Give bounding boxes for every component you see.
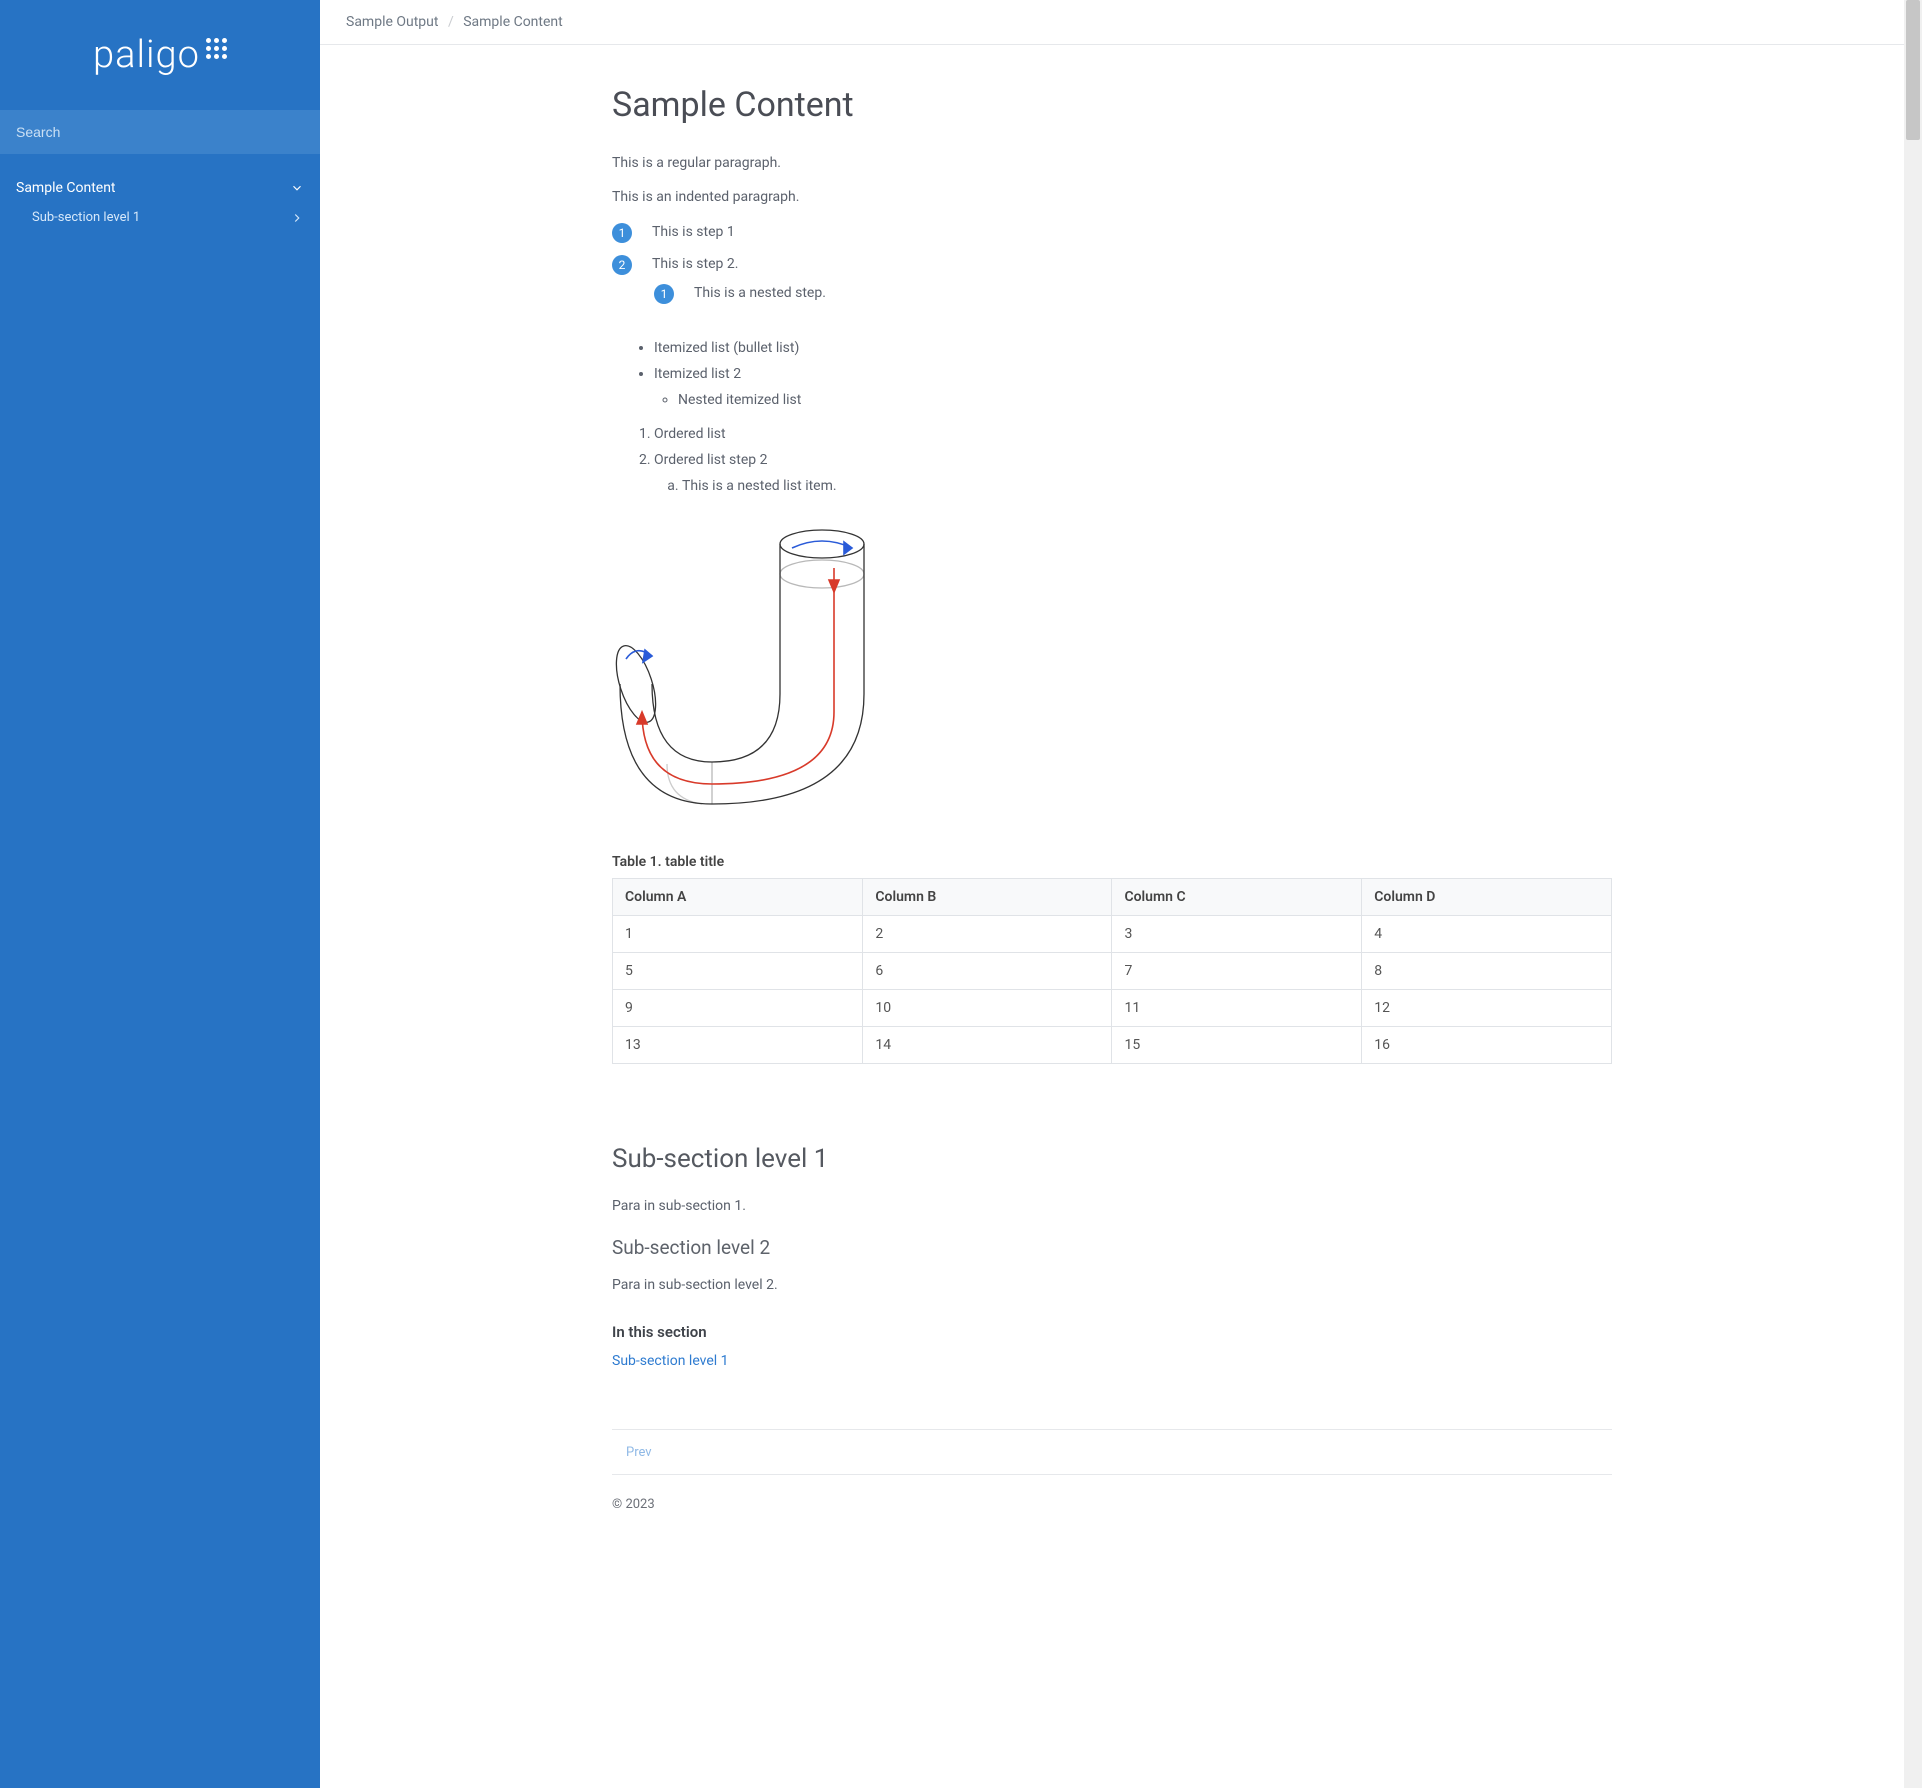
main-content: Sample Output / Sample Content Sample Co… [320,0,1904,1788]
chevron-down-icon [290,181,304,195]
paragraph: Para in sub-section 1. [612,1198,1612,1214]
nested-bullet-list: Nested itemized list [678,392,1612,408]
pager: Prev [612,1429,1612,1475]
paragraph-indented: This is an indented paragraph. [612,189,1612,205]
table-header: Column A [613,879,863,916]
breadcrumb: Sample Output / Sample Content [320,0,1904,45]
table-header: Column D [1362,879,1612,916]
list-item-text: This is a nested list item. [682,478,837,494]
step-number-badge: 1 [654,284,674,304]
sidebar-item-label: Sub-section level 1 [32,210,140,225]
list-item-text: Itemized list (bullet list) [654,340,799,356]
page-title: Sample Content [612,85,1612,125]
table-row: 1 2 3 4 [613,916,1612,953]
step-number-badge: 1 [612,223,632,243]
table-cell: 3 [1112,916,1362,953]
table-cell: 13 [613,1027,863,1064]
table-row: 5 6 7 8 [613,953,1612,990]
list-item-text: Itemized list 2 [654,366,741,382]
procedure-steps: 1 This is step 1 2 This is step 2. 1 Thi… [612,223,1612,322]
search-bar [0,110,320,154]
table-header: Column C [1112,879,1362,916]
table-cell: 10 [863,990,1112,1027]
list-item: Itemized list 2 Nested itemized list [654,366,1612,408]
figure-pipe-diagram [612,514,1612,834]
logo[interactable]: paligo [0,0,320,110]
ordered-list: Ordered list Ordered list step 2 This is… [654,426,1612,494]
breadcrumb-parent[interactable]: Sample Output [346,14,438,30]
sidebar-nav: Sample Content Sub-section level 1 [0,172,320,231]
sidebar-item-sample-content[interactable]: Sample Content [0,172,320,204]
table-cell: 11 [1112,990,1362,1027]
copyright: © 2023 [612,1497,1612,1512]
table-cell: 9 [613,990,863,1027]
table-cell: 12 [1362,990,1612,1027]
table-caption: Table 1. table title [612,854,1612,870]
table-cell: 6 [863,953,1112,990]
table-cell: 5 [613,953,863,990]
table-cell: 4 [1362,916,1612,953]
scrollbar-thumb[interactable] [1906,0,1920,140]
search-input[interactable] [0,110,320,154]
in-this-section-label: In this section [612,1323,1612,1341]
list-item: Nested itemized list [678,392,1612,408]
step: 1 This is step 1 [612,223,1612,243]
chevron-right-icon [290,211,304,225]
table-header: Column B [863,879,1112,916]
in-this-section-link[interactable]: Sub-section level 1 [612,1353,729,1369]
step: 1 This is a nested step. [654,284,826,304]
list-item: Ordered list [654,426,1612,442]
sidebar: paligo Sample Content Sub-section level … [0,0,320,1788]
logo-text: paligo [93,33,200,77]
list-item: Ordered list step 2 This is a nested lis… [654,452,1612,494]
step-text: This is a nested step. [694,284,826,301]
step-number-badge: 2 [612,255,632,275]
step: 2 This is step 2. 1 This is a nested ste… [612,255,1612,322]
list-item-text: Nested itemized list [678,392,801,408]
paragraph: This is a regular paragraph. [612,155,1612,171]
paragraph: Para in sub-section level 2. [612,1277,1612,1293]
list-item-text: Ordered list [654,426,726,442]
logo-dots-icon [206,38,227,59]
table-cell: 8 [1362,953,1612,990]
table-row: 9 10 11 12 [613,990,1612,1027]
data-table: Column A Column B Column C Column D 1 2 … [612,878,1612,1064]
table-row: 13 14 15 16 [613,1027,1612,1064]
nested-steps: 1 This is a nested step. [654,284,826,304]
scrollbar-track[interactable] [1904,0,1922,1788]
step-text: This is step 1 [652,223,735,240]
bullet-list: Itemized list (bullet list) Itemized lis… [654,340,1612,408]
breadcrumb-current: Sample Content [463,14,563,30]
sidebar-item-sub-section[interactable]: Sub-section level 1 [0,204,320,231]
subsubsection-title: Sub-section level 2 [612,1236,1612,1259]
list-item: Itemized list (bullet list) [654,340,1612,356]
table-cell: 1 [613,916,863,953]
sidebar-item-label: Sample Content [16,180,116,196]
subsection-title: Sub-section level 1 [612,1144,1612,1174]
prev-link[interactable]: Prev [612,1445,652,1460]
list-item-text: Ordered list step 2 [654,452,768,468]
table-cell: 2 [863,916,1112,953]
table-cell: 15 [1112,1027,1362,1064]
step-text: This is step 2. [652,256,738,272]
table-header-row: Column A Column B Column C Column D [613,879,1612,916]
list-item: This is a nested list item. [682,478,1612,494]
table-cell: 16 [1362,1027,1612,1064]
table-cell: 7 [1112,953,1362,990]
table-cell: 14 [863,1027,1112,1064]
nested-ordered-list: This is a nested list item. [682,478,1612,494]
breadcrumb-separator: / [442,14,460,30]
